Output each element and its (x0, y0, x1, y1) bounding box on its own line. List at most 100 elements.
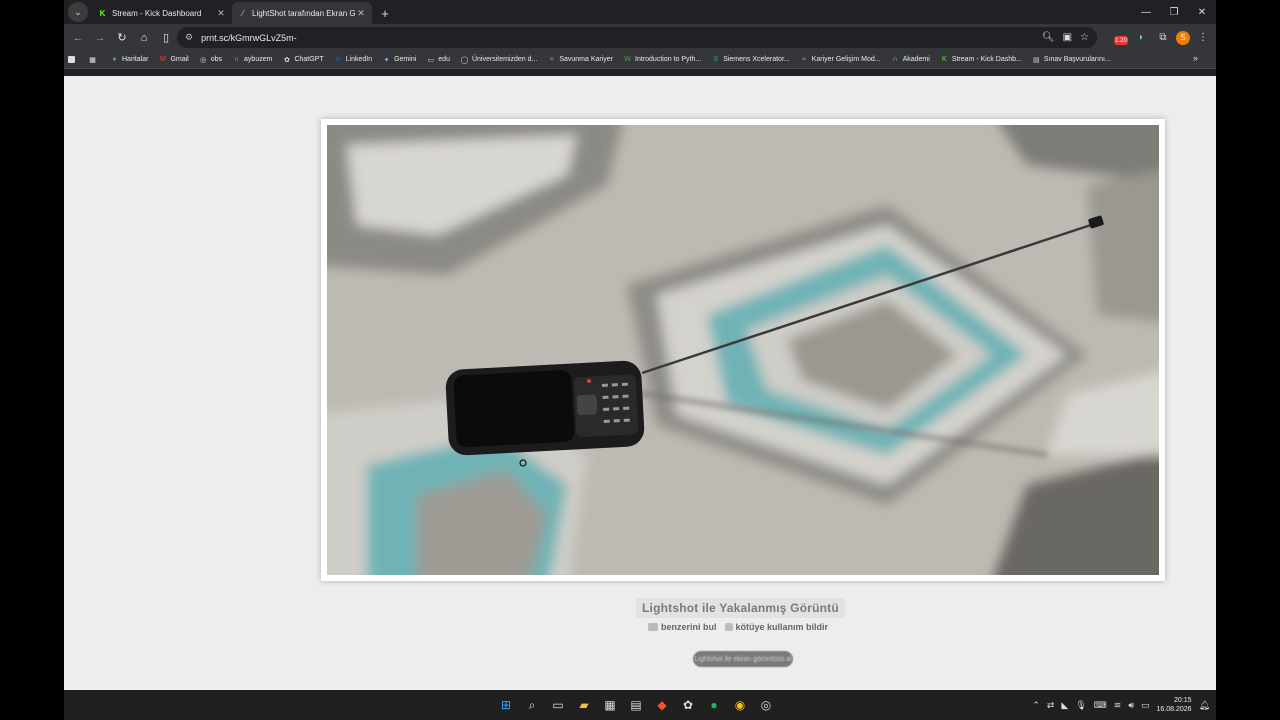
tab-lightshot[interactable]: ⁄ LightShot tarafından Ekran Görü ✕ (232, 2, 372, 24)
clock[interactable]: 20:15 16.08.2026 (1157, 696, 1192, 714)
gmail-icon: M (160, 56, 166, 63)
battery-icon[interactable]: ▭ (1141, 700, 1150, 711)
bookmark-label: Üniversitemizden d... (471, 56, 538, 63)
profile-avatar[interactable]: S (1176, 30, 1190, 45)
chatgpt-icon: ✿ (284, 56, 290, 64)
address-bar[interactable]: ⚙ prnt.sc/kGmrwGLvZ5m- 🔍︎ ▣ ☆ (177, 27, 1097, 48)
obs-app-icon[interactable]: ◎ (756, 695, 776, 715)
extensions-area: 1.20 ◗ ⧉ S ⋮ (1114, 27, 1212, 48)
maximize-icon[interactable]: ❐ (1160, 0, 1188, 24)
forward-arrow-icon[interactable]: → (89, 27, 111, 49)
feather-icon: ⁄ (241, 8, 244, 18)
new-tab-button[interactable]: + (376, 4, 394, 22)
microphone-icon[interactable]: 🎙︎ (1075, 700, 1086, 711)
bookmark-item[interactable]: ◎ obs (199, 55, 222, 64)
back-arrow-icon[interactable]: ← (67, 27, 89, 49)
task-view-icon[interactable]: ▭ (548, 695, 568, 715)
cast-icon[interactable]: ▣ (1063, 32, 1072, 43)
brave-icon[interactable]: ◆ (652, 695, 672, 715)
bookmark-item[interactable]: ✦ Gemini (382, 55, 417, 64)
flag-icon (724, 623, 733, 631)
bookmark-item[interactable]: ∩ Akademi (891, 55, 930, 64)
windows-start-icon[interactable]: ⊞ (496, 695, 516, 715)
bookmark-item[interactable]: M Gmail (158, 55, 189, 64)
window-controls: — ❐ ✕ (1132, 0, 1216, 24)
keyboard-icon[interactable]: ⌨ (1094, 700, 1107, 711)
tab-search-icon[interactable]: ⌄ (68, 2, 88, 22)
bookmark-label: aybuzem (244, 56, 273, 63)
bookmarks-overflow-icon[interactable]: » (1193, 53, 1198, 63)
bookmark-item[interactable]: ≈ Kariyer Gelişim Mod... (800, 55, 881, 64)
taskbar-apps: ⊞ ⌕ ▭ ▰ ▦ ▤ ◆ ✿ ● ◉ ◎ (496, 695, 776, 715)
notification-bell-icon[interactable]: 🔔︎ (1199, 700, 1210, 711)
close-icon[interactable]: ✕ (356, 8, 366, 19)
w-icon: W (624, 56, 631, 63)
close-icon[interactable]: ✕ (216, 8, 226, 19)
bookmark-item[interactable]: ▤ Sınav Başvurularını... (1032, 55, 1111, 64)
bookmark-item[interactable]: ◯ Üniversitemizden d... (460, 55, 538, 64)
minimize-icon[interactable]: — (1132, 0, 1160, 24)
caption-links: benzerini bul kötüye kullanım bildir (648, 622, 828, 632)
linkedin-icon: in (335, 56, 341, 63)
notepad-app-icon[interactable]: ▤ (626, 695, 646, 715)
bookmark-item[interactable]: ∩ aybuzem (232, 55, 272, 64)
search-icon[interactable]: ⌕ (522, 695, 542, 715)
spotify-icon[interactable]: ● (704, 695, 724, 715)
gemini-icon: ✦ (383, 56, 390, 64)
bookmark-item[interactable]: S Siemens Xcelerator... (711, 55, 790, 64)
chatgpt-app-icon[interactable]: ✿ (678, 695, 698, 715)
calendar-app-icon[interactable]: ▦ (600, 695, 620, 715)
reload-icon[interactable]: ↻ (111, 27, 133, 49)
bookmark-item[interactable]: in LinkedIn (334, 55, 372, 64)
report-abuse-link[interactable]: kötüye kullanım bildir (724, 622, 828, 632)
bookmark-item[interactable]: K Stream - Kick Dashb... (940, 55, 1022, 64)
home-icon[interactable]: ⌂ (133, 27, 155, 49)
page-content: Lightshot ile Yakalanmış Görüntü benzeri… (64, 76, 1216, 690)
extension-sound-icon[interactable]: ◗ (1132, 29, 1150, 47)
caption-title: Lightshot ile Yakalanmış Görüntü (636, 598, 845, 618)
find-similar-link[interactable]: benzerini bul (648, 622, 717, 632)
bookmark-label: Kariyer Gelişim Mod... (811, 56, 881, 63)
camera-icon (648, 623, 658, 631)
bookmark-item[interactable]: ▭ edu (426, 55, 450, 64)
screenshot-frame (321, 119, 1165, 581)
bookmark-item[interactable]: W Introduction to Pyth... (623, 55, 701, 64)
zoom-icon[interactable]: 🔍︎ (1042, 32, 1055, 43)
site-info-icon[interactable]: ⚙ (185, 32, 193, 43)
kick-icon: K (941, 56, 947, 63)
volume-icon[interactable]: 🔊︎ (1128, 700, 1134, 711)
take-screenshot-button[interactable]: Lightshot ile ekran görüntüsü al (693, 651, 793, 667)
network-share-icon[interactable]: ⇄ (1047, 700, 1055, 711)
bookmark-star-icon[interactable]: ☆ (1080, 32, 1089, 43)
siemens-icon: S (713, 56, 719, 63)
bookmark-item[interactable]: ≈ Savunma Kariyer (547, 55, 613, 64)
screenshot-image[interactable] (327, 125, 1159, 575)
bookmark-label: Savunma Kariyer (559, 56, 614, 63)
nvidia-icon[interactable]: ◣ (1061, 700, 1068, 711)
bookmark-label: Gemini (394, 56, 417, 63)
bookmark-item[interactable]: ✿ ChatGPT (282, 55, 324, 64)
chrome-icon[interactable]: ◉ (730, 695, 750, 715)
wifi-icon[interactable]: ≋ (1114, 700, 1122, 711)
tab-kick-dashboard[interactable]: K Stream - Kick Dashboard ✕ (92, 2, 232, 24)
file-explorer-icon[interactable]: ▰ (574, 695, 594, 715)
bookmarks-bar: ▦ ● Haritalar M Gmail ◎ obs ∩ aybuzem ✿ ChatGPT in… (64, 51, 1216, 69)
sidebar-icon[interactable]: ▯ (155, 27, 177, 49)
close-window-icon[interactable]: ✕ (1188, 0, 1216, 24)
kick-icon: K (99, 8, 106, 18)
apps-grid-icon[interactable]: ▦ (88, 55, 100, 64)
bookmark-label: ChatGPT (294, 56, 324, 63)
bookmark-label: Siemens Xcelerator... (723, 56, 790, 63)
extensions-puzzle-icon[interactable]: ⧉ (1154, 29, 1172, 47)
clock-time: 20:15 (1174, 697, 1192, 704)
chevron-up-icon[interactable]: ⌃ (1032, 700, 1040, 711)
clock-date: 16.08.2026 (1156, 706, 1192, 713)
bookmark-square-icon[interactable] (68, 56, 78, 63)
bookmark-item[interactable]: ● Haritalar (110, 55, 148, 64)
bookmark-label: Sınav Başvurularını... (1043, 56, 1111, 63)
extension-badge-icon[interactable]: 1.20 (1114, 36, 1128, 45)
menu-kebab-icon[interactable]: ⋮ (1194, 29, 1212, 47)
folder-icon: ▭ (427, 56, 435, 64)
bookmark-label: Gmail (170, 56, 189, 63)
obs-icon: ◎ (200, 56, 207, 64)
